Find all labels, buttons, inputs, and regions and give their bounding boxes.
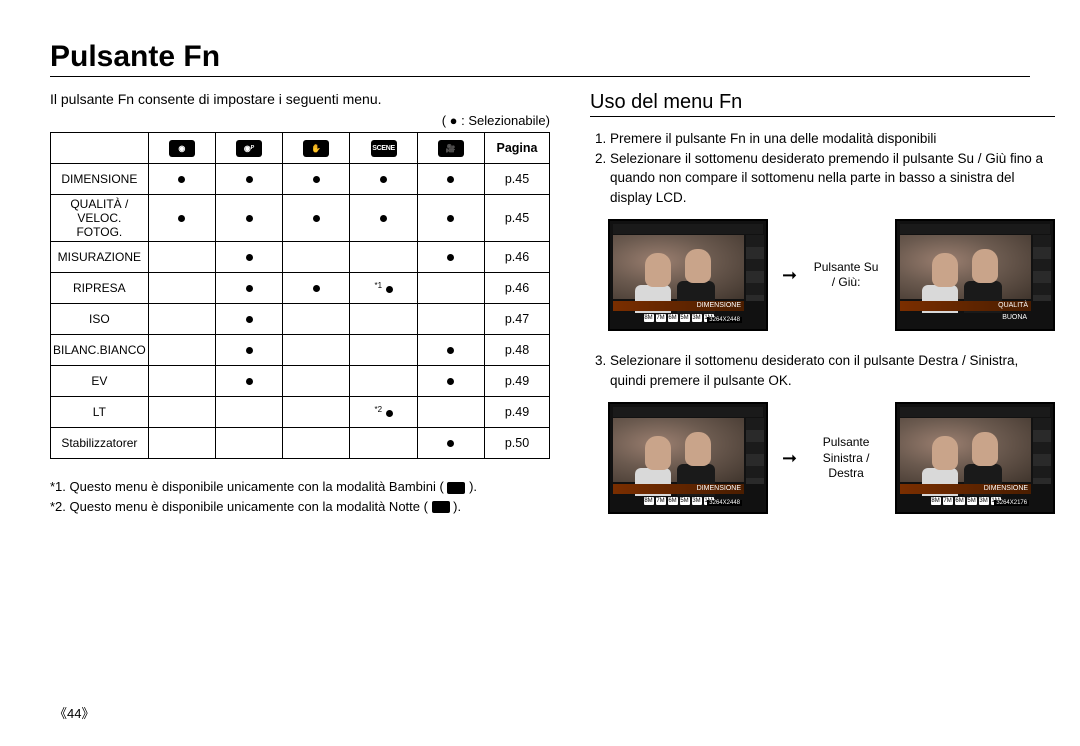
section-title: Uso del menu Fn [590, 91, 1055, 114]
video-icon: 🎥 [438, 140, 464, 157]
camera-p-icon: ◉ᴾ [236, 140, 262, 157]
table-legend: ( ● : Selezionabile) [50, 113, 550, 128]
table-row: EVp.49 [51, 366, 550, 397]
table-row: QUALITÀ / VELOC. FOTOG.p.45 [51, 195, 550, 242]
page-title: Pulsante Fn [50, 40, 1030, 74]
footnotes: *1. Questo menu è disponibile unicamente… [50, 477, 550, 516]
table-row: Stabilizzatorerp.50 [51, 428, 550, 459]
table-row: DIMENSIONEp.45 [51, 164, 550, 195]
children-mode-icon [447, 482, 465, 494]
table-row: RIPRESA*1 p.46 [51, 273, 550, 304]
table-row: MISURAZIONEp.46 [51, 242, 550, 273]
lcd-preview-2: QUALITÀ BUONA [895, 219, 1055, 331]
camera-icon: ◉ [169, 140, 195, 157]
lcd-row-1: DIMENSIONE 8M7M6M5M3M1M 3264X2448 ➞ Puls… [608, 219, 1055, 331]
page-number: 《44》 [54, 703, 94, 722]
arrow-icon: ➞ [782, 448, 797, 469]
steps-list: Premere il pulsante Fn in una delle moda… [590, 129, 1055, 207]
arrow-icon: ➞ [782, 265, 797, 286]
hand-icon: ✋ [303, 140, 329, 157]
table-row: LT*2 p.49 [51, 397, 550, 428]
night-mode-icon [432, 501, 450, 513]
scene-icon: SCENE [371, 140, 397, 157]
step-1: Premere il pulsante Fn in una delle moda… [610, 129, 1055, 149]
intro-text: Il pulsante Fn consente di impostare i s… [50, 91, 550, 107]
title-rule [50, 76, 1030, 77]
lcd-preview-1: DIMENSIONE 8M7M6M5M3M1M 3264X2448 [608, 219, 768, 331]
step-3: Selezionare il sottomenu desiderato con … [610, 351, 1055, 390]
steps-list-2: Selezionare il sottomenu desiderato con … [590, 351, 1055, 390]
fn-menu-table: ◉ ◉ᴾ ✋ SCENE 🎥 Pagina DIMENSIONEp.45QUAL… [50, 132, 550, 459]
page-col-header: Pagina [485, 133, 550, 164]
caption-updown: Pulsante Su / Giù: [811, 260, 881, 291]
table-row: BILANC.BIANCOp.48 [51, 335, 550, 366]
lcd-preview-3: DIMENSIONE 8M7M6M5M3M1M 3264X2448 [608, 402, 768, 514]
caption-leftright: Pulsante Sinistra / Destra [811, 435, 881, 482]
lcd-row-2: DIMENSIONE 8M7M6M5M3M1M 3264X2448 ➞ Puls… [608, 402, 1055, 514]
table-row: ISOp.47 [51, 304, 550, 335]
step-2: Selezionare il sottomenu desiderato prem… [610, 149, 1055, 208]
lcd-preview-4: DIMENSIONE 8M7M6M5M3M1M 3264X2176 [895, 402, 1055, 514]
section-rule [590, 116, 1055, 117]
